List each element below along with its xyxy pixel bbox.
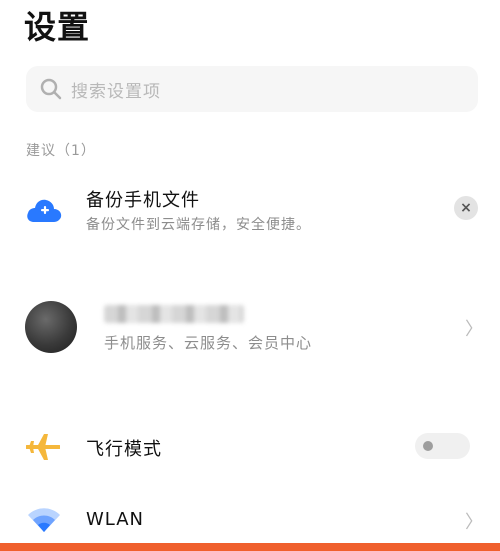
dismiss-suggestion-button[interactable]: × <box>454 196 478 220</box>
avatar <box>25 301 77 353</box>
wlan-label: WLAN <box>86 509 145 530</box>
account-subtitle: 手机服务、云服务、会员中心 <box>104 334 313 352</box>
toggle-knob <box>423 441 433 451</box>
page-title: 设置 <box>24 8 91 46</box>
airplane-icon <box>26 434 60 460</box>
backup-title: 备份手机文件 <box>86 190 200 211</box>
suggestions-section-label: 建议（1） <box>26 143 96 159</box>
account-name-blurred <box>104 305 244 323</box>
search-icon <box>40 78 62 100</box>
chevron-right-icon: 〉 <box>465 319 483 340</box>
airplane-mode-label: 飞行模式 <box>86 439 162 460</box>
search-placeholder: 搜索设置项 <box>71 81 161 102</box>
airplane-mode-toggle[interactable] <box>415 433 470 459</box>
close-icon: × <box>460 200 472 216</box>
cloud-plus-icon <box>27 199 62 222</box>
bottom-accent-bar <box>0 543 500 551</box>
chevron-right-icon: 〉 <box>465 512 483 533</box>
search-input[interactable]: 搜索设置项 <box>26 66 478 112</box>
backup-subtitle: 备份文件到云端存储，安全便捷。 <box>86 217 311 233</box>
wifi-icon <box>28 508 60 532</box>
